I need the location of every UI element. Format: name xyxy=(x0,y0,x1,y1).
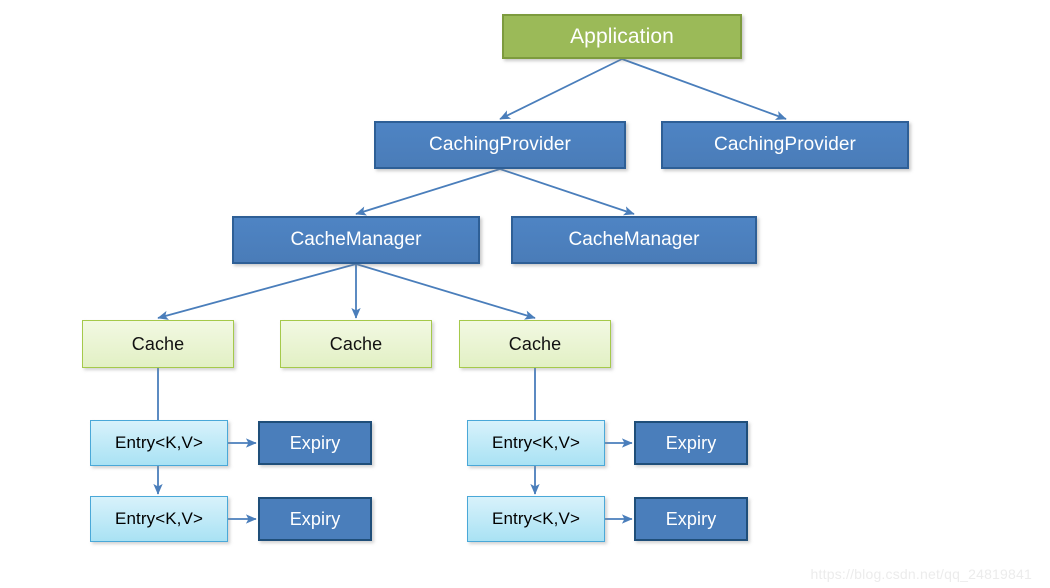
node-cache-1[interactable]: Cache xyxy=(82,320,234,368)
node-entry-left-1[interactable]: Entry<K,V> xyxy=(90,420,228,466)
node-provider-right[interactable]: CachingProvider xyxy=(661,121,909,169)
node-cache-2[interactable]: Cache xyxy=(280,320,432,368)
node-label: Expiry xyxy=(665,508,717,529)
node-entry-right-2[interactable]: Entry<K,V> xyxy=(467,496,605,542)
node-label: Cache xyxy=(329,333,383,354)
node-manager-left[interactable]: CacheManager xyxy=(232,216,480,264)
node-label: Entry<K,V> xyxy=(492,509,580,528)
node-expiry-left-2[interactable]: Expiry xyxy=(258,497,372,541)
edge-app-to-provider-right xyxy=(621,58,787,120)
node-label: CacheManager xyxy=(290,229,422,250)
node-label: Expiry xyxy=(289,508,341,529)
node-label: Entry<K,V> xyxy=(115,433,203,452)
node-expiry-left-1[interactable]: Expiry xyxy=(258,421,372,465)
node-label: Application xyxy=(570,24,674,48)
node-label: Cache xyxy=(508,333,562,354)
node-provider-left[interactable]: CachingProvider xyxy=(374,121,626,169)
node-label: CachingProvider xyxy=(714,134,856,155)
node-label: Entry<K,V> xyxy=(115,509,203,528)
edge-manager-to-cache-1 xyxy=(157,263,357,320)
node-label: Expiry xyxy=(289,432,341,453)
node-entry-right-1[interactable]: Entry<K,V> xyxy=(467,420,605,466)
watermark-text: https://blog.csdn.net/qq_24819841 xyxy=(810,566,1032,582)
node-expiry-right-1[interactable]: Expiry xyxy=(634,421,748,465)
node-label: Expiry xyxy=(665,432,717,453)
edge-provider-to-manager-right xyxy=(499,168,635,216)
edge-app-to-provider-left xyxy=(499,58,623,120)
node-label: CacheManager xyxy=(568,229,700,250)
node-manager-right[interactable]: CacheManager xyxy=(511,216,757,264)
node-label: CachingProvider xyxy=(429,134,571,155)
node-label: Entry<K,V> xyxy=(492,433,580,452)
node-expiry-right-2[interactable]: Expiry xyxy=(634,497,748,541)
diagram-canvas: Application CachingProvider CachingProvide… xyxy=(0,0,1050,588)
node-cache-3[interactable]: Cache xyxy=(459,320,611,368)
node-entry-left-2[interactable]: Entry<K,V> xyxy=(90,496,228,542)
node-label: Cache xyxy=(131,333,185,354)
node-application[interactable]: Application xyxy=(502,14,742,59)
edge-provider-to-manager-left xyxy=(355,168,501,216)
edge-manager-to-cache-3 xyxy=(355,263,536,320)
